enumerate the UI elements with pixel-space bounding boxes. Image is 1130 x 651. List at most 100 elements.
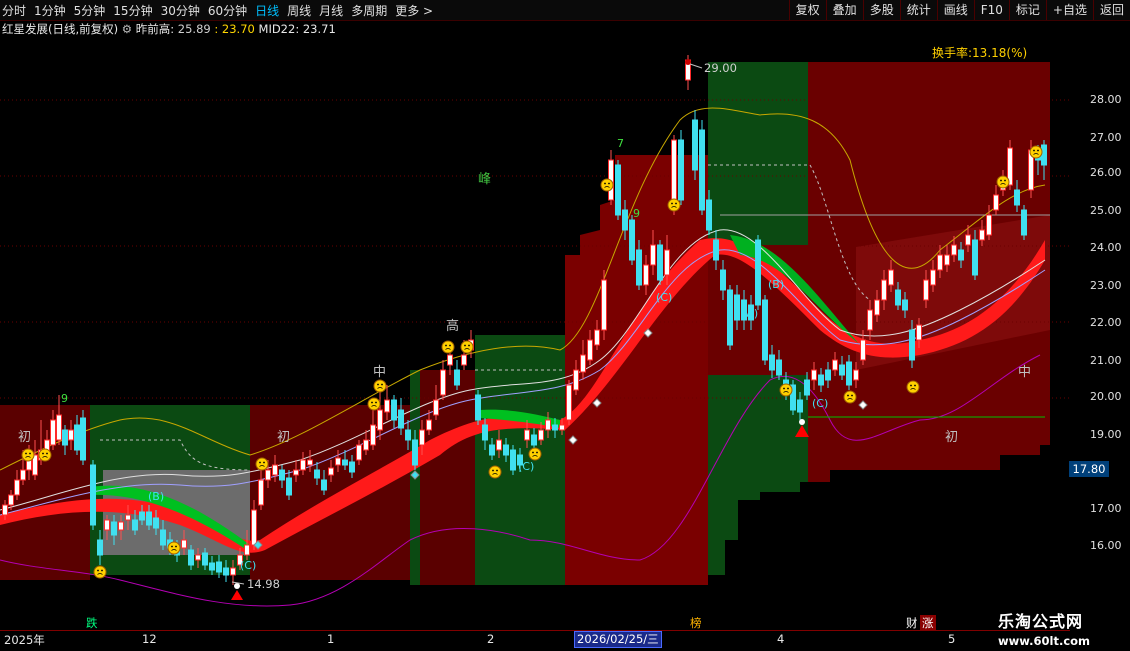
candle-up	[20, 469, 26, 481]
period-tab-multi[interactable]: 多周期	[351, 2, 387, 19]
stock-title: 红星发展(日线,前复权)	[2, 22, 119, 36]
candle-down	[622, 209, 628, 231]
candle-down	[146, 511, 152, 526]
date-axis: 2025年 12 1 2 4 5	[0, 630, 1070, 651]
date-month-4: 4	[777, 632, 785, 646]
period-tab-monthly[interactable]: 月线	[319, 2, 343, 19]
zone-label-chu-3: 初	[945, 430, 959, 445]
period-tab-weekly[interactable]: 周线	[287, 2, 311, 19]
candle-down	[657, 244, 663, 281]
back-button[interactable]: 返回	[1092, 0, 1130, 20]
period-tab-fenshi[interactable]: 分时	[2, 2, 26, 19]
overlay-button[interactable]: 叠加	[825, 0, 863, 20]
candle-up	[650, 244, 656, 266]
zone-label-zhong-1: 中	[373, 365, 387, 380]
candle-up	[26, 459, 32, 471]
candle-up	[426, 419, 432, 431]
candle-up	[181, 539, 187, 549]
candle-up	[832, 359, 838, 371]
candle-up	[328, 467, 334, 476]
candle-down	[972, 239, 978, 276]
candle-down	[636, 249, 642, 286]
candle-up	[335, 457, 341, 466]
candle-down	[713, 239, 719, 261]
face-eye	[259, 461, 261, 464]
candle-down	[776, 359, 782, 376]
candle-down	[90, 464, 96, 526]
candle-up	[118, 521, 124, 531]
face-eye	[445, 344, 447, 347]
zone-label-chu-1: 初	[18, 430, 32, 445]
candle-up	[384, 399, 390, 413]
signal-face-icon	[367, 397, 381, 411]
candle-down	[160, 529, 166, 546]
candle-down	[1021, 209, 1027, 236]
face-eye	[914, 384, 916, 387]
face-eye	[375, 401, 377, 404]
period-tab-60min[interactable]: 60分钟	[208, 2, 247, 19]
f10-button[interactable]: F10	[973, 0, 1009, 20]
face-eye	[29, 452, 31, 455]
wave-label-c-4: (C)	[240, 559, 257, 572]
add-watchlist-button[interactable]: +自选	[1045, 0, 1093, 20]
candle-down	[706, 199, 712, 231]
restore-rights-button[interactable]: 复权	[788, 0, 826, 20]
candle-up	[580, 354, 586, 373]
candle-down	[405, 429, 411, 441]
date-month-12: 12	[142, 632, 157, 646]
low-price-label: 14.98	[247, 577, 280, 591]
draw-line-button[interactable]: 画线	[936, 0, 974, 20]
period-tab-15min[interactable]: 15分钟	[113, 2, 152, 19]
candle-up	[293, 469, 299, 476]
period-tab-more[interactable]: 更多 >	[395, 2, 433, 19]
face-eye	[1037, 149, 1039, 152]
face-eye	[675, 202, 677, 205]
face-eye	[496, 469, 498, 472]
candle-up	[979, 229, 985, 241]
candle-up	[300, 459, 306, 471]
settings-gear-icon[interactable]: ⚙	[122, 22, 132, 36]
top-toolbar: 分时 1分钟 5分钟 15分钟 30分钟 60分钟 日线 周线 月线 多周期 更…	[0, 0, 1130, 21]
candle-down	[902, 299, 908, 311]
candle-up	[545, 419, 551, 431]
candle-down	[552, 424, 558, 431]
period-tab-30min[interactable]: 30分钟	[161, 2, 200, 19]
candle-down	[531, 434, 537, 446]
price-tick: 27.00	[1090, 131, 1122, 144]
candle-down	[153, 517, 159, 529]
multi-stock-button[interactable]: 多股	[862, 0, 900, 20]
face-eye	[604, 182, 606, 185]
current-price-badge: 17.80	[1069, 461, 1109, 477]
face-eye	[847, 394, 849, 397]
candle-down	[727, 289, 733, 346]
date-month-1: 1	[327, 632, 335, 646]
period-tab-1min[interactable]: 1分钟	[34, 2, 66, 19]
cursor-date-label: 2026/02/25/三	[574, 631, 662, 648]
zone-label-feng: 峰	[478, 172, 492, 187]
count-label-9b: 9	[633, 207, 640, 220]
price-tick: 21.00	[1090, 354, 1122, 367]
candle-down	[97, 539, 103, 556]
candle-down	[615, 164, 621, 216]
candle-down	[678, 139, 684, 201]
candle-up	[244, 544, 250, 556]
tag-fall: 跌	[86, 616, 98, 630]
candle-down	[629, 219, 635, 261]
price-tick: 26.00	[1090, 166, 1122, 179]
statistics-button[interactable]: 统计	[899, 0, 937, 20]
candle-down	[699, 129, 705, 211]
candle-up	[993, 194, 999, 211]
candle-down	[895, 289, 901, 306]
face-eye	[371, 401, 373, 404]
turnover-rate: 换手率:13.18(%)	[932, 46, 1028, 60]
period-tab-5min[interactable]: 5分钟	[74, 2, 106, 19]
candle-up	[8, 494, 14, 506]
count-label-7: 7	[617, 137, 624, 150]
mark-button[interactable]: 标记	[1008, 0, 1046, 20]
candle-down	[958, 249, 964, 261]
candle-down	[839, 364, 845, 376]
candle-up	[965, 234, 971, 246]
kline-chart[interactable]	[0, 0, 1130, 650]
period-tab-daily[interactable]: 日线	[255, 2, 279, 19]
candle-up	[447, 354, 453, 366]
